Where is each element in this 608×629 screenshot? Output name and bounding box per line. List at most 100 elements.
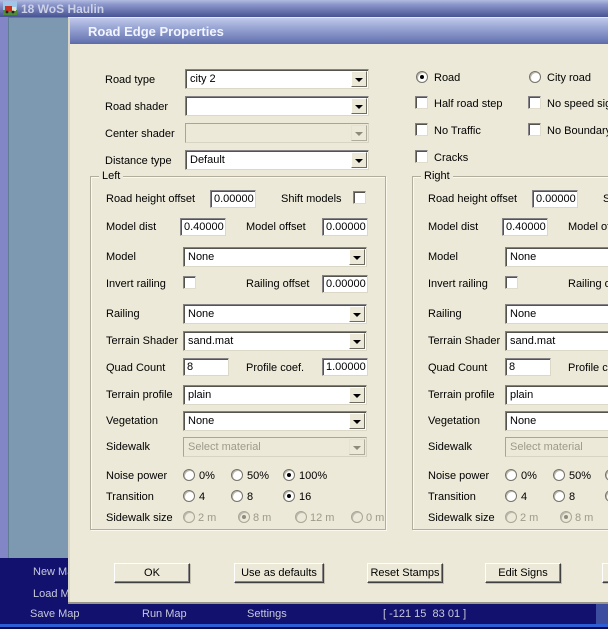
half-road-step-checkbox[interactable] xyxy=(415,96,428,109)
no-speed-sign-label: No speed sign xyxy=(547,98,608,111)
chevron-down-icon[interactable] xyxy=(349,413,365,429)
city-road-radio[interactable] xyxy=(529,71,541,83)
no-speed-sign-checkbox[interactable] xyxy=(528,96,541,109)
railing-combo[interactable]: None xyxy=(505,304,608,324)
road-shader-combo[interactable] xyxy=(185,96,369,116)
menu-item-run-map[interactable]: Run Map xyxy=(142,608,187,620)
sidewalk-combo: Select material xyxy=(505,437,608,457)
noise-0-radio[interactable] xyxy=(505,469,517,481)
noise-100-radio[interactable] xyxy=(283,469,295,481)
transition-8-radio[interactable] xyxy=(553,490,565,502)
noise-50-radio[interactable] xyxy=(553,469,565,481)
model-combo[interactable]: None xyxy=(183,247,367,267)
railing-offset-label: Railing offset xyxy=(568,278,608,291)
group-left: Left Road height offset 0.00000 Shift mo… xyxy=(90,176,386,530)
menu-item-new-map[interactable]: New Map xyxy=(33,566,68,578)
model-dist-input[interactable]: 0.40000 xyxy=(502,218,548,236)
sidewalk-combo: Select material xyxy=(183,437,367,457)
size-0m-radio xyxy=(351,511,363,523)
profile-coef-input[interactable]: 1.00000 xyxy=(322,358,368,376)
noise-50-radio[interactable] xyxy=(231,469,243,481)
size-8m-label: 8 m xyxy=(253,512,271,525)
reset-stamps-button[interactable]: Reset Stamps xyxy=(367,563,443,583)
railing-combo[interactable]: None xyxy=(183,304,367,324)
chevron-down-icon[interactable] xyxy=(351,98,367,114)
chevron-down-icon[interactable] xyxy=(349,387,365,403)
model-label: Model xyxy=(428,251,458,264)
main-window-title: 18 WoS Haulin xyxy=(21,2,104,16)
noise-100-label: 100% xyxy=(299,470,327,483)
shift-models-checkbox[interactable] xyxy=(353,191,366,204)
coordinates-readout: [ -121 15 83 01 ] xyxy=(383,608,466,620)
terrain-shader-combo[interactable]: sand.mat xyxy=(183,331,367,351)
menu-item-settings[interactable]: Settings xyxy=(247,608,287,620)
transition-4-radio[interactable] xyxy=(505,490,517,502)
vegetation-combo[interactable]: None xyxy=(505,411,608,431)
transition-label: Transition xyxy=(106,491,154,504)
dialog-titlebar[interactable]: Road Edge Properties xyxy=(70,18,608,44)
vegetation-combo[interactable]: None xyxy=(183,411,367,431)
profile-coef-label: Profile coef. xyxy=(568,362,608,375)
size-2m-radio xyxy=(505,511,517,523)
size-0m-label: 0 m xyxy=(366,512,384,525)
terrain-profile-combo[interactable]: plain xyxy=(505,385,608,405)
quad-count-input[interactable]: 8 xyxy=(183,358,229,376)
model-combo[interactable]: None xyxy=(505,247,608,267)
size-2m-label: 2 m xyxy=(520,512,538,525)
chevron-down-icon[interactable] xyxy=(351,71,367,87)
terrain-profile-combo[interactable]: plain xyxy=(183,385,367,405)
size-8m-label: 8 m xyxy=(575,512,593,525)
chevron-down-icon xyxy=(349,439,365,455)
app-icon xyxy=(3,1,17,15)
partial-button[interactable] xyxy=(602,563,608,583)
dialog-title: Road Edge Properties xyxy=(88,24,224,39)
invert-railing-checkbox[interactable] xyxy=(183,276,196,289)
transition-8-radio[interactable] xyxy=(231,490,243,502)
invert-railing-label: Invert railing xyxy=(428,278,488,291)
road-radio[interactable] xyxy=(416,71,428,83)
half-road-step-label: Half road step xyxy=(434,98,502,111)
terrain-shader-combo[interactable]: sand.mat xyxy=(505,331,608,351)
transition-4-radio[interactable] xyxy=(183,490,195,502)
chevron-down-icon[interactable] xyxy=(349,333,365,349)
size-2m-label: 2 m xyxy=(198,512,216,525)
distance-type-combo[interactable]: Default xyxy=(185,150,369,170)
menu-item-partial[interactable] xyxy=(596,602,608,624)
noise-0-radio[interactable] xyxy=(183,469,195,481)
model-offset-label: Model offset xyxy=(246,221,306,234)
sidewalk-size-label: Sidewalk size xyxy=(428,512,495,525)
sidewalk-label: Sidewalk xyxy=(428,441,472,454)
no-traffic-checkbox[interactable] xyxy=(415,123,428,136)
railing-offset-input[interactable]: 0.00000 xyxy=(322,275,368,293)
road-radio-label: Road xyxy=(434,72,460,85)
sidewalk-label: Sidewalk xyxy=(106,441,150,454)
invert-railing-checkbox[interactable] xyxy=(505,276,518,289)
map-viewport[interactable] xyxy=(8,17,68,558)
road-height-offset-input[interactable]: 0.00000 xyxy=(210,190,256,208)
transition-4-label: 4 xyxy=(199,491,205,504)
road-type-combo[interactable]: city 2 xyxy=(185,69,369,89)
model-dist-label: Model dist xyxy=(106,221,156,234)
edit-signs-button[interactable]: Edit Signs xyxy=(485,563,561,583)
transition-16-radio[interactable] xyxy=(283,490,295,502)
vegetation-label: Vegetation xyxy=(428,415,480,428)
center-shader-combo xyxy=(185,123,369,143)
quad-count-input[interactable]: 8 xyxy=(505,358,551,376)
chevron-down-icon[interactable] xyxy=(349,249,365,265)
sidewalk-size-label: Sidewalk size xyxy=(106,512,173,525)
window-left-border xyxy=(0,17,8,558)
use-as-defaults-button[interactable]: Use as defaults xyxy=(234,563,324,583)
menu-item-save-map[interactable]: Save Map xyxy=(30,608,80,620)
transition-label: Transition xyxy=(428,491,476,504)
no-boundary-checkbox[interactable] xyxy=(528,123,541,136)
noise-50-label: 50% xyxy=(247,470,269,483)
noise-power-label: Noise power xyxy=(428,470,489,483)
ok-button[interactable]: OK xyxy=(114,563,190,583)
road-height-offset-input[interactable]: 0.00000 xyxy=(532,190,578,208)
menu-item-load-map[interactable]: Load Map xyxy=(33,588,68,600)
cracks-checkbox[interactable] xyxy=(415,150,428,163)
chevron-down-icon[interactable] xyxy=(349,306,365,322)
chevron-down-icon[interactable] xyxy=(351,152,367,168)
model-offset-input[interactable]: 0.00000 xyxy=(322,218,368,236)
model-dist-input[interactable]: 0.40000 xyxy=(180,218,226,236)
